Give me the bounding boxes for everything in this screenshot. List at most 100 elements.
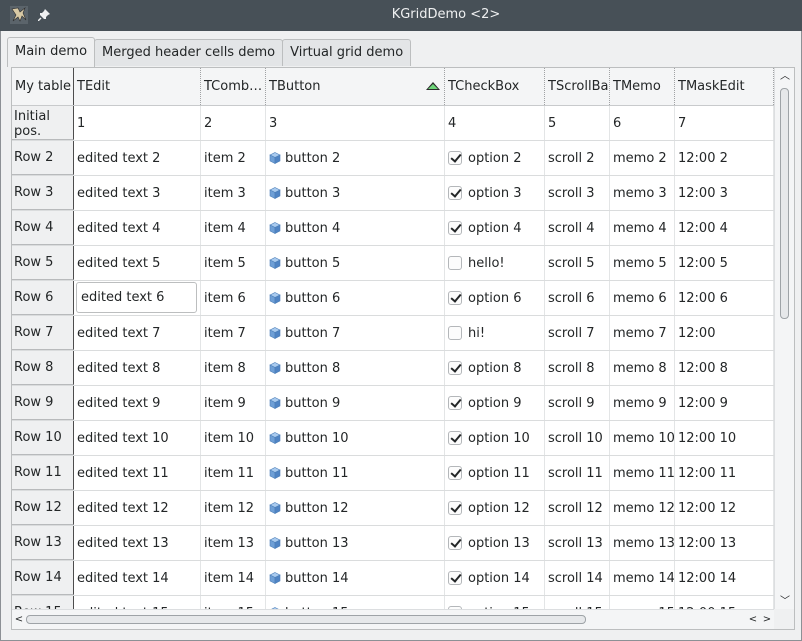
checkbox[interactable] [448, 256, 462, 270]
tedit-cell[interactable]: edited text 3 [74, 176, 201, 210]
tcombobox-cell[interactable]: item 10 [201, 421, 266, 455]
tcombobox-cell[interactable]: item 7 [201, 316, 266, 350]
checkbox[interactable] [448, 186, 462, 200]
tbutton-cell[interactable]: button 13 [266, 526, 445, 560]
tedit-cell[interactable]: edited text 13 [74, 526, 201, 560]
tedit-cell[interactable]: edited text 2 [74, 141, 201, 175]
row-header[interactable]: Row 13 [12, 526, 74, 560]
tscrollbar-cell[interactable]: scroll 2 [545, 141, 610, 175]
tmemo-cell[interactable]: memo 11 [610, 456, 675, 490]
scroll-up-icon[interactable]: ︿ [779, 72, 791, 82]
checkbox[interactable] [448, 536, 462, 550]
row-header[interactable]: Row 9 [12, 386, 74, 420]
tmemo-cell[interactable]: memo 8 [610, 351, 675, 385]
checkbox[interactable] [448, 151, 462, 165]
tmemo-cell[interactable]: memo 10 [610, 421, 675, 455]
tscrollbar-cell[interactable]: scroll 10 [545, 421, 610, 455]
header-tbutton[interactable]: TButton [266, 68, 445, 105]
header-tscrollbar[interactable]: TScrollBar [545, 68, 610, 105]
tcombobox-cell[interactable]: item 14 [201, 561, 266, 595]
tmaskedit-cell[interactable]: 12:00 12 [675, 491, 774, 525]
tcombobox-cell[interactable]: item 5 [201, 246, 266, 280]
tedit-cell[interactable]: edited text 4 [74, 211, 201, 245]
tmemo-cell[interactable]: memo 2 [610, 141, 675, 175]
tcombobox-cell[interactable]: item 3 [201, 176, 266, 210]
tscrollbar-cell[interactable]: scroll 9 [545, 386, 610, 420]
tmaskedit-cell[interactable]: 12:00 2 [675, 141, 774, 175]
tbutton-cell[interactable]: button 2 [266, 141, 445, 175]
tscrollbar-cell[interactable]: scroll 6 [545, 281, 610, 315]
tmemo-cell[interactable]: memo 3 [610, 176, 675, 210]
tcheckbox-cell[interactable]: option 13 [445, 526, 545, 560]
edit-field-active[interactable]: edited text 6 [76, 282, 197, 313]
tmemo-cell[interactable]: memo 4 [610, 211, 675, 245]
tmemo-cell[interactable]: memo 6 [610, 281, 675, 315]
scroll-right-icon[interactable]: > [762, 614, 772, 626]
header-my-table[interactable]: My table [12, 68, 74, 105]
tmaskedit-cell[interactable]: 12:00 13 [675, 526, 774, 560]
tmaskedit-cell[interactable]: 12:00 14 [675, 561, 774, 595]
row-header[interactable]: Row 8 [12, 351, 74, 385]
scroll-left-icon-secondary[interactable]: < [748, 614, 758, 626]
tmaskedit-cell[interactable]: 12:00 [675, 316, 774, 350]
tcheckbox-cell[interactable]: option 11 [445, 456, 545, 490]
tbutton-cell[interactable]: button 8 [266, 351, 445, 385]
tmaskedit-cell[interactable]: 12:00 9 [675, 386, 774, 420]
title-bar[interactable]: KGridDemo <2> [0, 0, 802, 31]
horizontal-scrollbar[interactable]: < < > [12, 609, 774, 629]
tmemo-cell[interactable]: memo 7 [610, 316, 675, 350]
tbutton-cell[interactable]: button 10 [266, 421, 445, 455]
vertical-scroll-thumb[interactable] [780, 88, 789, 319]
tcombobox-cell[interactable]: item 13 [201, 526, 266, 560]
tcombobox-cell[interactable]: item 12 [201, 491, 266, 525]
tbutton-cell[interactable]: button 3 [266, 176, 445, 210]
tedit-cell[interactable]: edited text 11 [74, 456, 201, 490]
tedit-cell[interactable]: edited text 12 [74, 491, 201, 525]
tcheckbox-cell[interactable]: option 10 [445, 421, 545, 455]
tcombobox-cell[interactable]: item 6 [201, 281, 266, 315]
tscrollbar-cell[interactable]: scroll 12 [545, 491, 610, 525]
tmemo-cell[interactable]: memo 13 [610, 526, 675, 560]
tcheckbox-cell[interactable]: option 2 [445, 141, 545, 175]
tedit-cell[interactable]: edited text 10 [74, 421, 201, 455]
row-header-initial-pos[interactable]: Initial pos. [12, 106, 74, 140]
checkbox[interactable] [448, 466, 462, 480]
tbutton-cell[interactable]: button 11 [266, 456, 445, 490]
header-tcombobox[interactable]: TComb… [201, 68, 266, 105]
row-header[interactable]: Row 2 [12, 141, 74, 175]
row-header[interactable]: Row 5 [12, 246, 74, 280]
tmaskedit-cell[interactable]: 12:00 3 [675, 176, 774, 210]
tscrollbar-cell[interactable]: scroll 11 [545, 456, 610, 490]
table-cell[interactable]: 7 [675, 106, 774, 140]
header-tcheckbox[interactable]: TCheckBox [445, 68, 545, 105]
tedit-cell[interactable]: edited text 6 [74, 281, 201, 315]
tcheckbox-cell[interactable]: option 6 [445, 281, 545, 315]
tmaskedit-cell[interactable]: 12:00 6 [675, 281, 774, 315]
tmemo-cell[interactable]: memo 5 [610, 246, 675, 280]
tcheckbox-cell[interactable]: option 8 [445, 351, 545, 385]
tcheckbox-cell[interactable]: option 14 [445, 561, 545, 595]
checkbox[interactable] [448, 501, 462, 515]
tscrollbar-cell[interactable]: scroll 13 [545, 526, 610, 560]
tbutton-cell[interactable]: button 9 [266, 386, 445, 420]
row-header[interactable]: Row 11 [12, 456, 74, 490]
checkbox[interactable] [448, 326, 462, 340]
header-tedit[interactable]: TEdit [74, 68, 201, 105]
tmemo-cell[interactable]: memo 14 [610, 561, 675, 595]
tab-virtual-grid-demo[interactable]: Virtual grid demo [282, 39, 412, 66]
tbutton-cell[interactable]: button 6 [266, 281, 445, 315]
tscrollbar-cell[interactable]: scroll 7 [545, 316, 610, 350]
row-header[interactable]: Row 7 [12, 316, 74, 350]
table-cell[interactable]: 1 [74, 106, 201, 140]
tmemo-cell[interactable]: memo 9 [610, 386, 675, 420]
tcheckbox-cell[interactable]: option 12 [445, 491, 545, 525]
tmaskedit-cell[interactable]: 12:00 10 [675, 421, 774, 455]
kgrid[interactable]: My table TEdit TComb… TButton TCheckBox … [11, 67, 795, 630]
tedit-cell[interactable]: edited text 8 [74, 351, 201, 385]
checkbox[interactable] [448, 361, 462, 375]
tmaskedit-cell[interactable]: 12:00 8 [675, 351, 774, 385]
tbutton-cell[interactable]: button 5 [266, 246, 445, 280]
tbutton-cell[interactable]: button 12 [266, 491, 445, 525]
tab-merged-header-cells-demo[interactable]: Merged header cells demo [94, 39, 284, 66]
tedit-cell[interactable]: edited text 14 [74, 561, 201, 595]
